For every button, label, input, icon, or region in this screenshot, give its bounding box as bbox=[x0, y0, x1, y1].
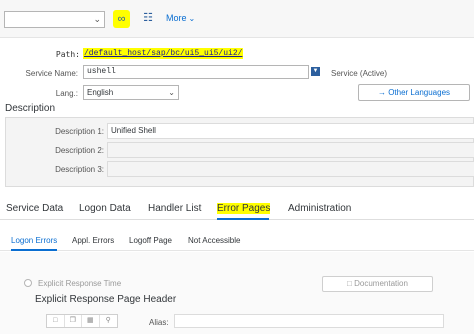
documentation-icon: □ bbox=[347, 279, 352, 288]
chevron-down-icon: ⌄ bbox=[188, 14, 196, 23]
subtab-appl-errors[interactable]: Appl. Errors bbox=[72, 236, 114, 245]
more-label: More bbox=[166, 13, 187, 23]
description-1-field[interactable]: Unified Shell bbox=[107, 123, 474, 139]
subtab-not-accessible[interactable]: Not Accessible bbox=[188, 236, 240, 245]
description-3-field[interactable] bbox=[107, 161, 474, 177]
hierarchy-icon[interactable]: ☷ bbox=[141, 11, 155, 25]
header-mini-toolbar: □ ❐ ▦ ⚲ bbox=[46, 314, 118, 328]
language-value: English bbox=[87, 88, 114, 97]
tab-logon-data[interactable]: Logon Data bbox=[79, 203, 131, 214]
toolbar-dropdown[interactable]: ⌄ bbox=[4, 11, 105, 28]
description-2-label: Description 2: bbox=[55, 146, 104, 155]
path-value[interactable]: /default_host/sap/bc/ui5_ui5/ui2/ bbox=[83, 48, 244, 59]
more-button[interactable]: More ⌄ bbox=[166, 13, 195, 23]
tab-handler-list[interactable]: Handler List bbox=[148, 203, 201, 214]
description-3-label: Description 3: bbox=[55, 165, 104, 174]
explicit-response-time-radio[interactable] bbox=[24, 279, 32, 287]
delete-icon[interactable]: ▦ bbox=[82, 315, 100, 327]
active-tab-indicator bbox=[217, 218, 269, 220]
tab-administration[interactable]: Administration bbox=[288, 203, 351, 214]
tab-error-pages[interactable]: Error Pages bbox=[217, 203, 271, 214]
other-languages-label: Other Languages bbox=[388, 88, 451, 97]
language-select[interactable]: English ⌄ bbox=[83, 85, 179, 100]
search-icon[interactable]: ⚲ bbox=[100, 315, 117, 327]
chevron-down-icon: ⌄ bbox=[168, 88, 175, 97]
response-page-header-title: Explicit Response Page Header bbox=[35, 294, 177, 305]
description-title: Description bbox=[5, 103, 56, 114]
documentation-button[interactable]: □ Documentation bbox=[322, 276, 433, 292]
main-tabs: Service Data Logon Data Handler List Err… bbox=[0, 200, 474, 220]
subtab-logon-errors[interactable]: Logon Errors bbox=[11, 236, 57, 245]
path-label: Path: bbox=[55, 50, 80, 59]
explicit-response-time-label: Explicit Response Time bbox=[38, 279, 122, 288]
description-panel: Description 1: Unified Shell Description… bbox=[5, 117, 474, 187]
tab-service-data[interactable]: Service Data bbox=[6, 203, 63, 214]
copy-icon[interactable]: ❐ bbox=[65, 315, 82, 327]
arrow-right-icon: → bbox=[377, 88, 386, 97]
description-1-label: Description 1: bbox=[55, 127, 104, 136]
service-name-label: Service Name: bbox=[25, 69, 78, 78]
other-languages-button[interactable]: → Other Languages bbox=[358, 84, 470, 101]
alias-field[interactable] bbox=[174, 314, 444, 328]
toolbar: ⌄ ∞ ☷ More ⌄ bbox=[0, 0, 474, 38]
documentation-label: Documentation bbox=[354, 279, 408, 288]
description-2-field[interactable] bbox=[107, 142, 474, 158]
glasses-display-icon[interactable]: ∞ bbox=[113, 10, 130, 28]
new-page-icon[interactable]: □ bbox=[47, 315, 65, 327]
service-status: Service (Active) bbox=[331, 69, 388, 78]
service-name-field[interactable]: ushell bbox=[83, 65, 309, 79]
subtab-logoff-page[interactable]: Logoff Page bbox=[129, 236, 172, 245]
language-label: Lang.: bbox=[55, 89, 78, 98]
value-help-icon[interactable]: ▼ bbox=[311, 67, 320, 76]
chevron-down-icon: ⌄ bbox=[93, 14, 101, 24]
active-subtab-indicator bbox=[11, 249, 57, 251]
sub-tabs: Logon Errors Appl. Errors Logoff Page No… bbox=[0, 232, 474, 251]
alias-label: Alias: bbox=[149, 318, 169, 327]
